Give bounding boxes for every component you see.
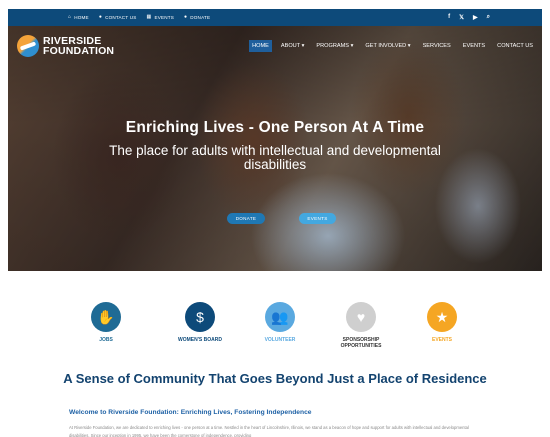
people-icon: 👥 [265,302,295,332]
utility-link-contact[interactable]: ● CONTACT US [98,14,137,21]
utility-link-donate[interactable]: ● DONATE [184,14,211,21]
nav-programs[interactable]: PROGRAMS ▾ [313,40,356,52]
utility-bar: ⌂ HOME ● CONTACT US ▦ EVENTS ● DONATE f … [8,9,542,26]
site-logo[interactable]: RIVERSIDE FOUNDATION [17,35,114,57]
twitter-icon[interactable]: 𝕏 [459,14,464,21]
search-icon[interactable]: ⌕ [487,14,490,21]
utility-links: ⌂ HOME ● CONTACT US ▦ EVENTS ● DONATE [68,14,211,21]
feature-womens-board[interactable]: $ WOMEN'S BOARD [165,302,235,343]
user-icon: ● [184,14,188,20]
feature-label: JOBS [99,337,113,343]
nav-get-involved[interactable]: GET INVOLVED ▾ [362,40,413,52]
utility-link-label: HOME [74,15,89,20]
intro-paragraph: At Riverside Foundation, we are dedicate… [69,425,469,437]
heart-icon: ♥ [346,302,376,332]
home-icon: ⌂ [68,14,72,20]
utility-link-label: EVENTS [154,15,175,20]
nav-services[interactable]: SERVICES [420,40,454,52]
utility-link-home[interactable]: ⌂ HOME [68,14,89,21]
nav-contact-us[interactable]: CONTACT US [494,40,536,52]
hero-banner: RIVERSIDE FOUNDATION HOME ABOUT ▾ PROGRA… [8,26,542,271]
calendar-icon: ▦ [146,14,152,20]
facebook-icon[interactable]: f [448,14,450,21]
social-links: f 𝕏 ▶ ⌕ [448,14,490,21]
hands-icon: ✋ [91,302,121,332]
hero-title: Enriching Lives - One Person At A Time [125,119,425,136]
star-icon: ★ [427,302,457,332]
feature-volunteer[interactable]: 👥 VOLUNTEER [245,302,315,343]
donate-button[interactable]: DONATE [227,213,265,224]
nav-home[interactable]: HOME [249,40,272,52]
user-icon: ● [98,14,103,20]
utility-link-events[interactable]: ▦ EVENTS [146,14,175,21]
logo-text: RIVERSIDE FOUNDATION [43,36,115,57]
utility-link-label: DONATE [190,15,211,20]
feature-label: SPONSORSHIP OPPORTUNITIES [340,337,382,349]
section-subtitle: Welcome to Riverside Foundation: Enrichi… [69,409,312,416]
events-button[interactable]: EVENTS [299,213,336,224]
feature-sponsorship[interactable]: ♥ SPONSORSHIP OPPORTUNITIES [326,302,396,349]
feature-label: WOMEN'S BOARD [178,337,222,343]
donation-hand-icon: $ [185,302,215,332]
hero-subtitle: The place for adults with intellectual a… [109,143,441,172]
logo-line-2: FOUNDATION [43,45,115,57]
nav-about[interactable]: ABOUT ▾ [278,40,308,52]
section-title: A Sense of Community That Goes Beyond Ju… [63,371,487,386]
main-nav: HOME ABOUT ▾ PROGRAMS ▾ GET INVOLVED ▾ S… [249,40,536,52]
feature-events[interactable]: ★ EVENTS [407,302,477,343]
feature-jobs[interactable]: ✋ JOBS [71,302,141,343]
nav-events[interactable]: EVENTS [460,40,488,52]
youtube-icon[interactable]: ▶ [473,14,478,21]
logo-mark [17,35,39,57]
hero-buttons: DONATE EVENTS [227,213,336,224]
feature-label: VOLUNTEER [264,337,296,343]
utility-link-label: CONTACT US [105,15,137,20]
feature-label: EVENTS [431,337,452,343]
